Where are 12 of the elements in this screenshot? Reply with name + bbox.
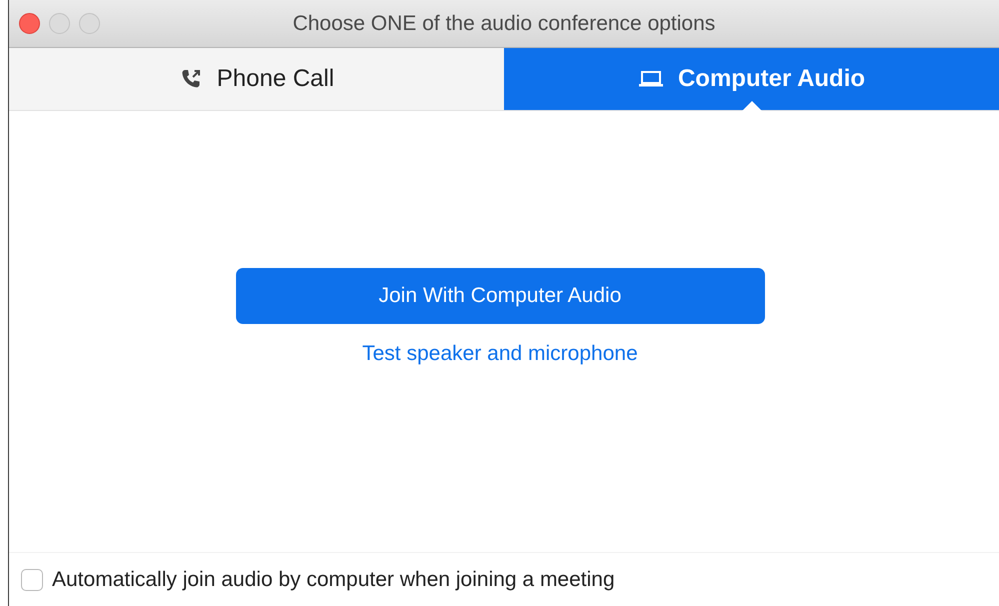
zoom-button[interactable] [79,13,100,34]
checkbox[interactable] [21,568,43,590]
tab-pointer-icon [742,101,762,111]
tab[interactable]: Computer Audio [504,48,999,110]
tab[interactable]: Phone Call [9,48,504,110]
minimize-button[interactable] [49,13,70,34]
close-button[interactable] [19,13,40,34]
checkbox-label: Automatically join audio by computer when joining a meeting [52,568,615,592]
laptop-icon [638,69,664,89]
window-title: Choose ONE of the audio conference options [292,12,716,36]
join-audio-button[interactable]: Join With Computer Audio [236,268,764,324]
test-audio-link[interactable]: Test speaker and microphone [362,342,638,366]
